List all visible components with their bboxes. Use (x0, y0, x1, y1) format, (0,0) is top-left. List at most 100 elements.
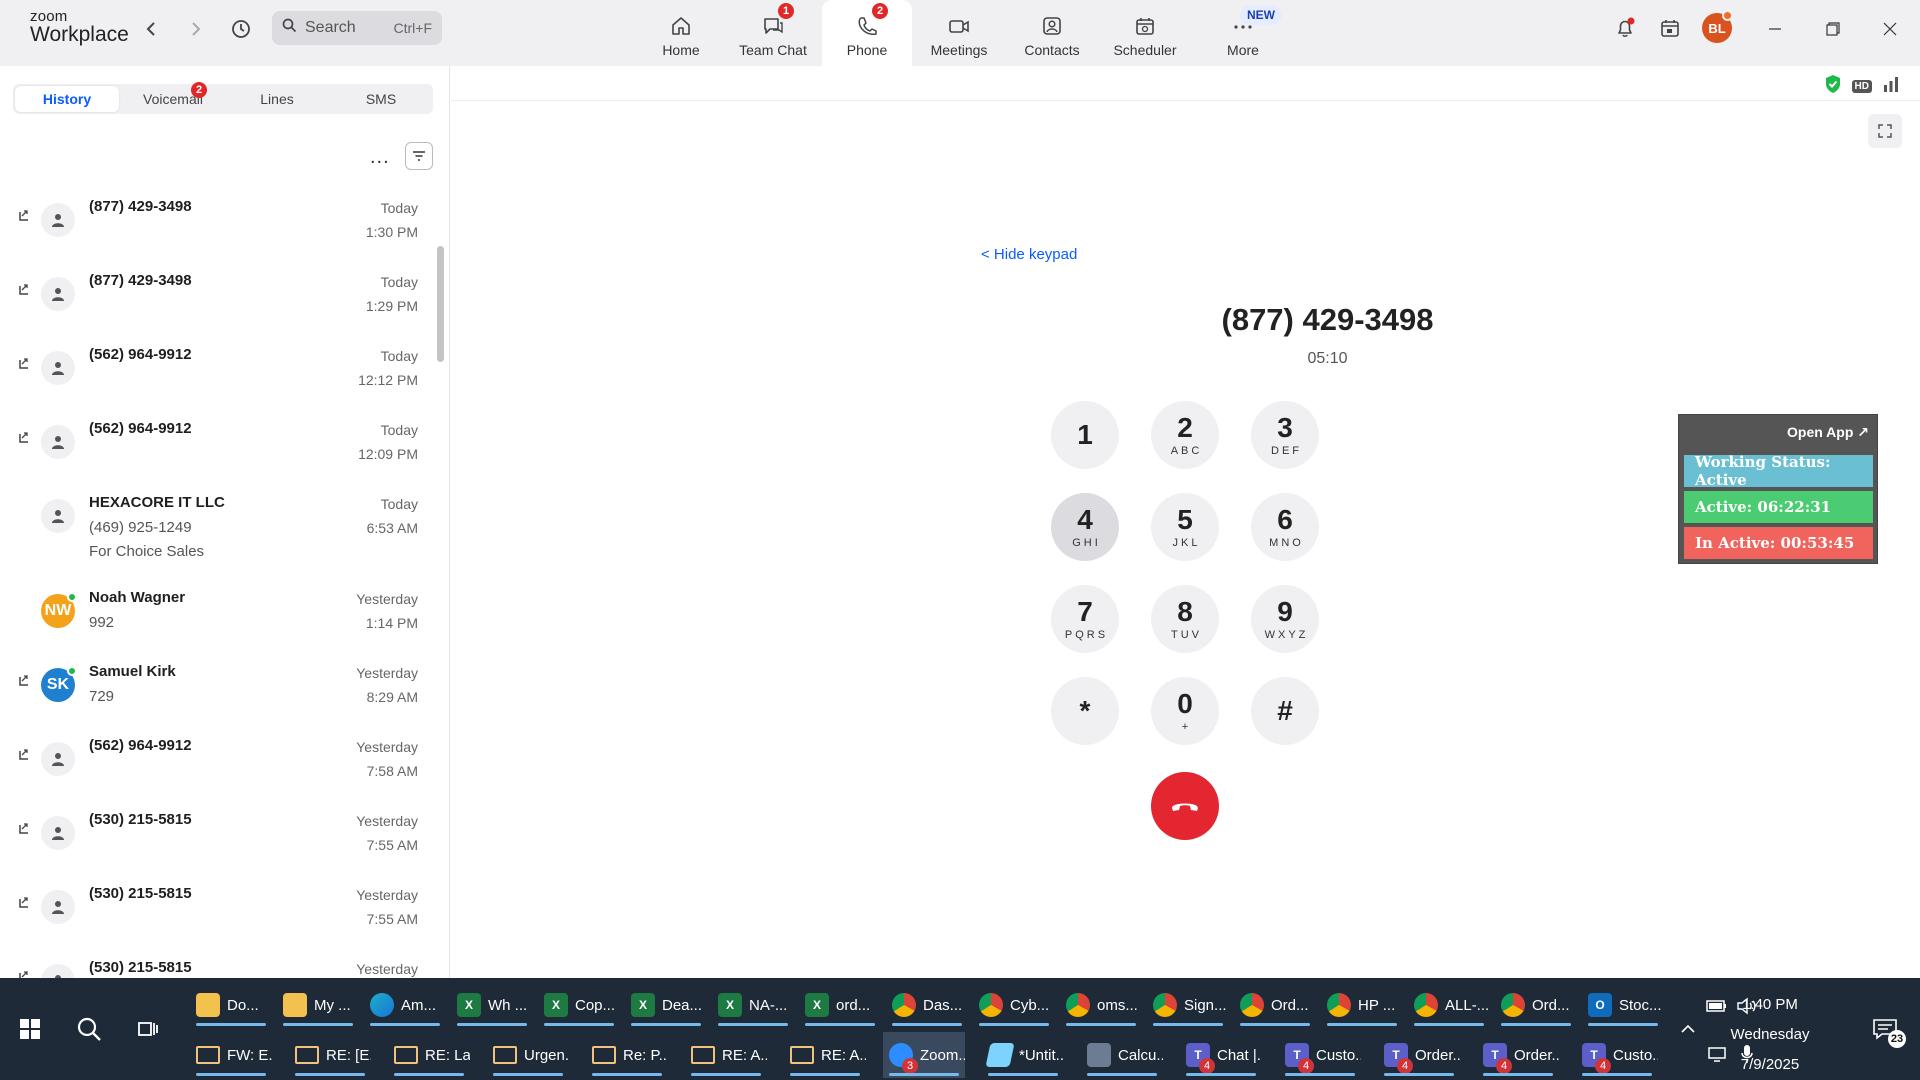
taskbar-item[interactable]: *Untit... (982, 1032, 1064, 1078)
task-view-icon[interactable] (126, 1007, 170, 1051)
filter-button[interactable] (405, 142, 433, 170)
tab-lines[interactable]: Lines (225, 84, 329, 114)
taskbar-item[interactable]: T4Order... (1477, 1032, 1559, 1078)
call-row[interactable]: NW Noah Wagner 992 Yesterday 1:14 PM (0, 577, 440, 651)
taskbar-item[interactable]: RE: La... (388, 1032, 470, 1078)
taskbar-item[interactable]: ALL-... (1408, 982, 1490, 1028)
call-row[interactable]: HEXACORE IT LLC (469) 925-1249 For Choic… (0, 482, 440, 577)
taskbar-item[interactable]: T4Custo... (1279, 1032, 1361, 1078)
key-2[interactable]: 2 ABC (1151, 401, 1219, 469)
running-indicator (1483, 1073, 1553, 1076)
running-indicator (889, 1073, 959, 1076)
taskbar-item[interactable]: Am... (364, 982, 446, 1028)
taskbar-item[interactable]: HP ... (1321, 982, 1403, 1028)
notification-center-icon[interactable]: 23 (1872, 1018, 1906, 1048)
tab-home[interactable]: Home (637, 0, 725, 66)
call-row[interactable]: SK Samuel Kirk 729 Yesterday 8:29 AM (0, 651, 440, 725)
taskbar-item[interactable]: Re: P... (586, 1032, 668, 1078)
key-3[interactable]: 3 DEF (1251, 401, 1319, 469)
taskbar-item[interactable]: Xord... (799, 982, 881, 1028)
running-indicator (493, 1073, 563, 1076)
folder-icon (196, 993, 220, 1017)
call-row[interactable]: (877) 429-3498 Today 1:29 PM (0, 260, 440, 334)
taskbar-item[interactable]: FW: E... (190, 1032, 272, 1078)
running-indicator (1285, 1073, 1355, 1076)
key-letters: MNO (1269, 536, 1304, 549)
key-8[interactable]: 8 TUV (1151, 585, 1219, 653)
tab-phone[interactable]: 2 Phone (822, 0, 912, 66)
key-9[interactable]: 9 WXYZ (1251, 585, 1319, 653)
key-hash[interactable]: # (1251, 677, 1319, 745)
key-5[interactable]: 5 JKL (1151, 493, 1219, 561)
taskbar-item[interactable]: T4Custo... (1576, 1032, 1658, 1078)
bell-icon[interactable] (1611, 14, 1639, 42)
key-4[interactable]: 4 GHI (1051, 493, 1119, 561)
call-row[interactable]: (530) 215-5815 Yesterday 7:55 AM (0, 799, 440, 873)
avatar (41, 816, 75, 850)
key-7[interactable]: 7 PQRS (1051, 585, 1119, 653)
taskbar-item[interactable]: O Stoc... (1582, 982, 1664, 1028)
video-icon (946, 13, 972, 39)
taskbar-badge: 4 (1298, 1058, 1314, 1074)
windows-start-icon[interactable] (8, 1007, 52, 1051)
taskbar-item[interactable]: Do... (190, 982, 272, 1028)
key-0[interactable]: 0 + (1151, 677, 1219, 745)
taskbar-item[interactable]: Calcu... (1081, 1032, 1163, 1078)
taskbar-item[interactable]: My ... (277, 982, 359, 1028)
taskbar-item[interactable]: X Cop... (538, 982, 620, 1028)
tab-contacts[interactable]: Contacts (1008, 0, 1096, 66)
taskbar-item[interactable]: T4Order... (1378, 1032, 1460, 1078)
taskbar-item[interactable]: RE: A... (685, 1032, 767, 1078)
restore-icon[interactable] (1818, 14, 1848, 44)
call-row[interactable]: (562) 964-9912 Today 12:09 PM (0, 408, 440, 482)
taskbar-item[interactable]: X Dea... (625, 982, 707, 1028)
key-star[interactable]: * (1051, 677, 1119, 745)
tab-sms[interactable]: SMS (329, 84, 433, 114)
taskbar-item[interactable]: 3Zoom... (883, 1032, 965, 1078)
taskbar-item[interactable]: X NA-... (712, 982, 794, 1028)
tab-scheduler[interactable]: Scheduler (1101, 0, 1189, 66)
tab-meetings[interactable]: Meetings (915, 0, 1003, 66)
taskbar-item[interactable]: T4Chat |... (1180, 1032, 1262, 1078)
forward-icon[interactable] (183, 16, 209, 42)
close-icon[interactable] (1875, 14, 1905, 44)
call-day: Today (380, 274, 418, 290)
minimize-icon[interactable] (1760, 14, 1790, 44)
tab-more-label: More (1227, 42, 1259, 58)
active-call-number: (877) 429-3498 (1221, 302, 1434, 337)
taskbar-item[interactable]: RE: A... (784, 1032, 866, 1078)
call-row[interactable]: (877) 429-3498 Today 1:30 PM (0, 186, 440, 260)
call-row[interactable]: (562) 964-9912 Yesterday 7:58 AM (0, 725, 440, 799)
back-icon[interactable] (138, 16, 164, 42)
expand-button[interactable] (1868, 114, 1902, 148)
key-6[interactable]: 6 MNO (1251, 493, 1319, 561)
call-row[interactable]: (530) 215-5815 Yesterday 7:55 AM (0, 873, 440, 947)
taskbar-item[interactable]: Urgen... (487, 1032, 569, 1078)
hide-keypad-link[interactable]: < Hide keypad (981, 246, 1077, 263)
call-row[interactable]: (562) 964-9912 Today 12:12 PM (0, 334, 440, 408)
open-app-link[interactable]: Open App ↗ (1787, 424, 1869, 441)
taskbar-item[interactable]: Cyb... (973, 982, 1055, 1028)
tab-history[interactable]: History (15, 86, 119, 112)
running-indicator (892, 1023, 962, 1026)
taskbar-item[interactable]: RE: [E... (289, 1032, 371, 1078)
taskbar-item[interactable]: X Wh ... (451, 982, 533, 1028)
more-options-button[interactable]: ... (370, 146, 390, 169)
calendar-icon[interactable] (1656, 14, 1684, 42)
tab-voicemail[interactable]: Voicemail 2 (121, 82, 225, 114)
taskbar-item[interactable]: Sign... (1147, 982, 1229, 1028)
key-1[interactable]: 1 (1051, 401, 1119, 469)
call-time: 1:29 PM (365, 298, 418, 314)
taskbar-item[interactable]: Das... (886, 982, 968, 1028)
taskbar-item[interactable]: oms... (1060, 982, 1142, 1028)
history-icon[interactable] (228, 16, 254, 42)
call-row[interactable]: (530) 215-5815 Yesterday (0, 947, 440, 978)
search-input[interactable]: Search Ctrl+F (272, 11, 442, 45)
end-call-button[interactable] (1151, 772, 1219, 840)
taskbar-item[interactable]: Ord... (1234, 982, 1316, 1028)
tab-team-chat[interactable]: 1 Team Chat (729, 0, 817, 66)
taskbar-item[interactable]: Ord... (1495, 982, 1577, 1028)
scrollbar[interactable] (437, 246, 444, 362)
search-icon[interactable] (67, 1007, 111, 1051)
system-clock[interactable]: 1:40 PM Wednesday 7/9/2025 (1710, 990, 1830, 1080)
